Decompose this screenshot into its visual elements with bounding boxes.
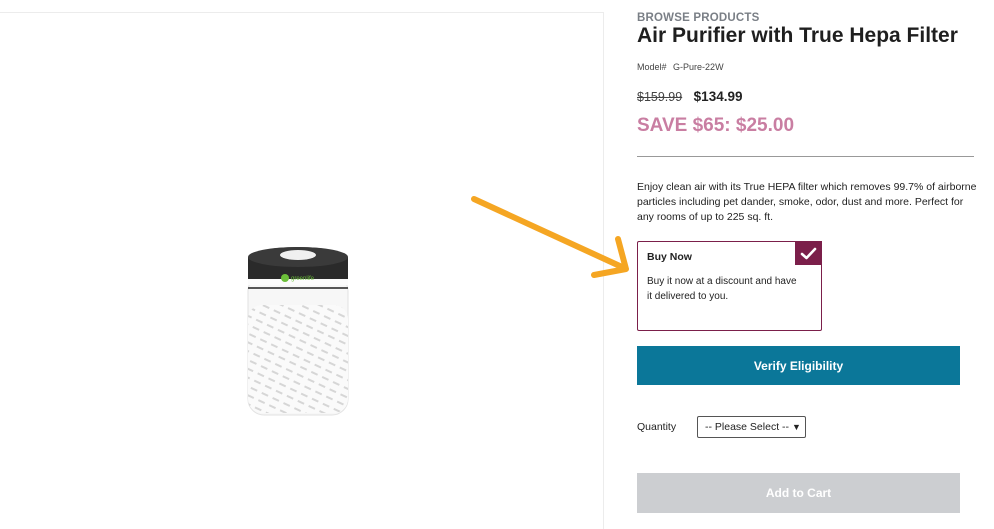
buy-now-option[interactable]: Buy Now Buy it now at a discount and hav… — [637, 241, 822, 331]
quantity-label: Quantity — [637, 421, 677, 433]
quantity-selected-value: -- Please Select -- — [705, 421, 790, 433]
quantity-select[interactable]: -- Please Select -- ▼ — [697, 416, 806, 438]
price-row: $159.99 $134.99 — [637, 89, 742, 104]
product-description: Enjoy clean air with its True HEPA filte… — [637, 181, 977, 223]
breadcrumb[interactable]: BROWSE PRODUCTS — [637, 12, 759, 24]
product-title: Air Purifier with True Hepa Filter — [637, 24, 958, 47]
savings-text: SAVE $65: $25.00 — [637, 115, 795, 136]
model-number: Model# G-Pure-22W — [637, 62, 724, 72]
verify-eligibility-button[interactable]: Verify Eligibility — [637, 346, 960, 385]
arrow-pointer-icon — [471, 196, 629, 278]
product-details: BROWSE PRODUCTS Air Purifier with True H… — [637, 0, 994, 529]
selected-badge — [795, 241, 822, 265]
model-value: G-Pure-22W — [673, 62, 724, 72]
add-to-cart-button[interactable]: Add to Cart — [637, 473, 960, 513]
sale-price: $134.99 — [693, 89, 743, 104]
caret-down-icon: ▼ — [792, 422, 801, 432]
air-purifier-image: greenlife — [247, 247, 349, 416]
divider — [637, 156, 974, 157]
original-price: $159.99 — [637, 90, 683, 104]
brand-logo-text: greenlife — [291, 276, 315, 282]
option-title: Buy Now — [647, 251, 692, 263]
checkmark-icon — [800, 247, 817, 259]
option-description: Buy it now at a discount and have it del… — [647, 276, 797, 302]
model-label: Model# — [637, 62, 667, 72]
